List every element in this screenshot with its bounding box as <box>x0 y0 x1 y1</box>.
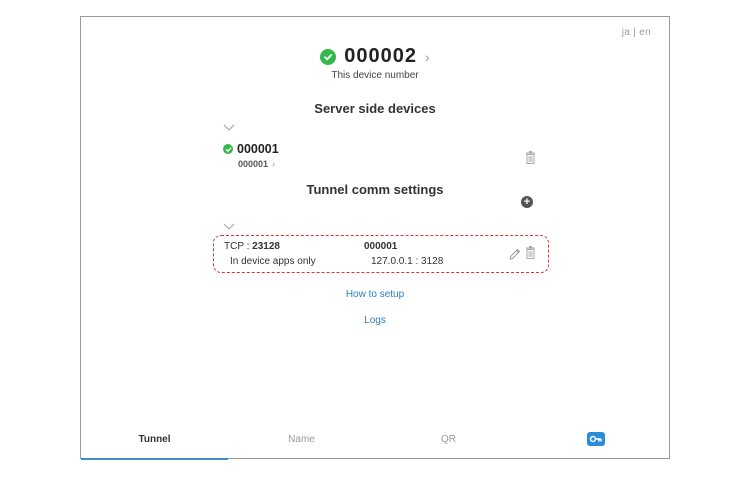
tunnel-scope: In device apps only <box>230 256 316 267</box>
tunnel-protocol: TCP <box>224 241 244 252</box>
server-device-item[interactable]: 000001 000001 › <box>223 142 279 169</box>
tunnel-device: 000001 <box>364 241 398 252</box>
lang-separator: | <box>633 27 637 38</box>
check-circle-icon <box>320 48 337 65</box>
app-frame: ja | en 000002 › This device number Serv… <box>80 16 670 460</box>
pencil-icon <box>509 248 521 260</box>
tab-key[interactable] <box>522 431 669 459</box>
tunnel-target: 127.0.0.1 : 3128 <box>371 256 444 267</box>
tunnel-separator: : <box>246 241 250 252</box>
delete-server-device-button[interactable] <box>525 151 536 169</box>
trash-icon <box>526 246 535 259</box>
server-section-title: Server side devices <box>314 101 436 116</box>
tab-tunnel[interactable]: Tunnel <box>81 431 228 460</box>
tunnel-collapse-chevron-icon[interactable] <box>223 222 235 234</box>
lang-ja-link[interactable]: ja <box>622 27 630 38</box>
check-circle-icon <box>223 144 233 154</box>
tunnel-section-title: Tunnel comm settings <box>306 182 444 197</box>
delete-tunnel-button[interactable] <box>525 246 536 264</box>
server-device-number: 000001 <box>237 142 279 156</box>
server-device-subnumber: 000001 <box>238 159 269 169</box>
tab-qr[interactable]: QR <box>375 431 522 459</box>
chevron-right-icon[interactable]: › <box>425 49 430 65</box>
tunnel-item[interactable]: TCP : 23128 000001 In device apps only 1… <box>213 235 549 273</box>
key-icon <box>586 432 605 447</box>
bottom-tab-bar: Tunnel Name QR <box>81 431 669 460</box>
device-caption: This device number <box>331 70 419 81</box>
active-tab-indicator <box>81 458 228 460</box>
device-header[interactable]: 000002 › <box>81 45 669 68</box>
add-tunnel-button[interactable]: + <box>521 196 533 208</box>
tab-name[interactable]: Name <box>228 431 375 459</box>
language-switcher: ja | en <box>622 27 651 38</box>
server-collapse-chevron-icon[interactable] <box>223 123 235 135</box>
logs-link[interactable]: Logs <box>81 315 669 326</box>
lang-en-link[interactable]: en <box>639 27 651 38</box>
chevron-right-icon[interactable]: › <box>272 159 275 169</box>
tab-tunnel-label: Tunnel <box>138 434 171 445</box>
edit-tunnel-button[interactable] <box>509 247 521 265</box>
tab-qr-label: QR <box>441 434 456 445</box>
device-number: 000002 <box>344 45 418 67</box>
tab-name-label: Name <box>288 434 315 445</box>
how-to-setup-link[interactable]: How to setup <box>81 289 669 300</box>
tunnel-port: 23128 <box>252 241 280 252</box>
trash-icon <box>526 151 535 164</box>
plus-icon: + <box>523 196 531 208</box>
